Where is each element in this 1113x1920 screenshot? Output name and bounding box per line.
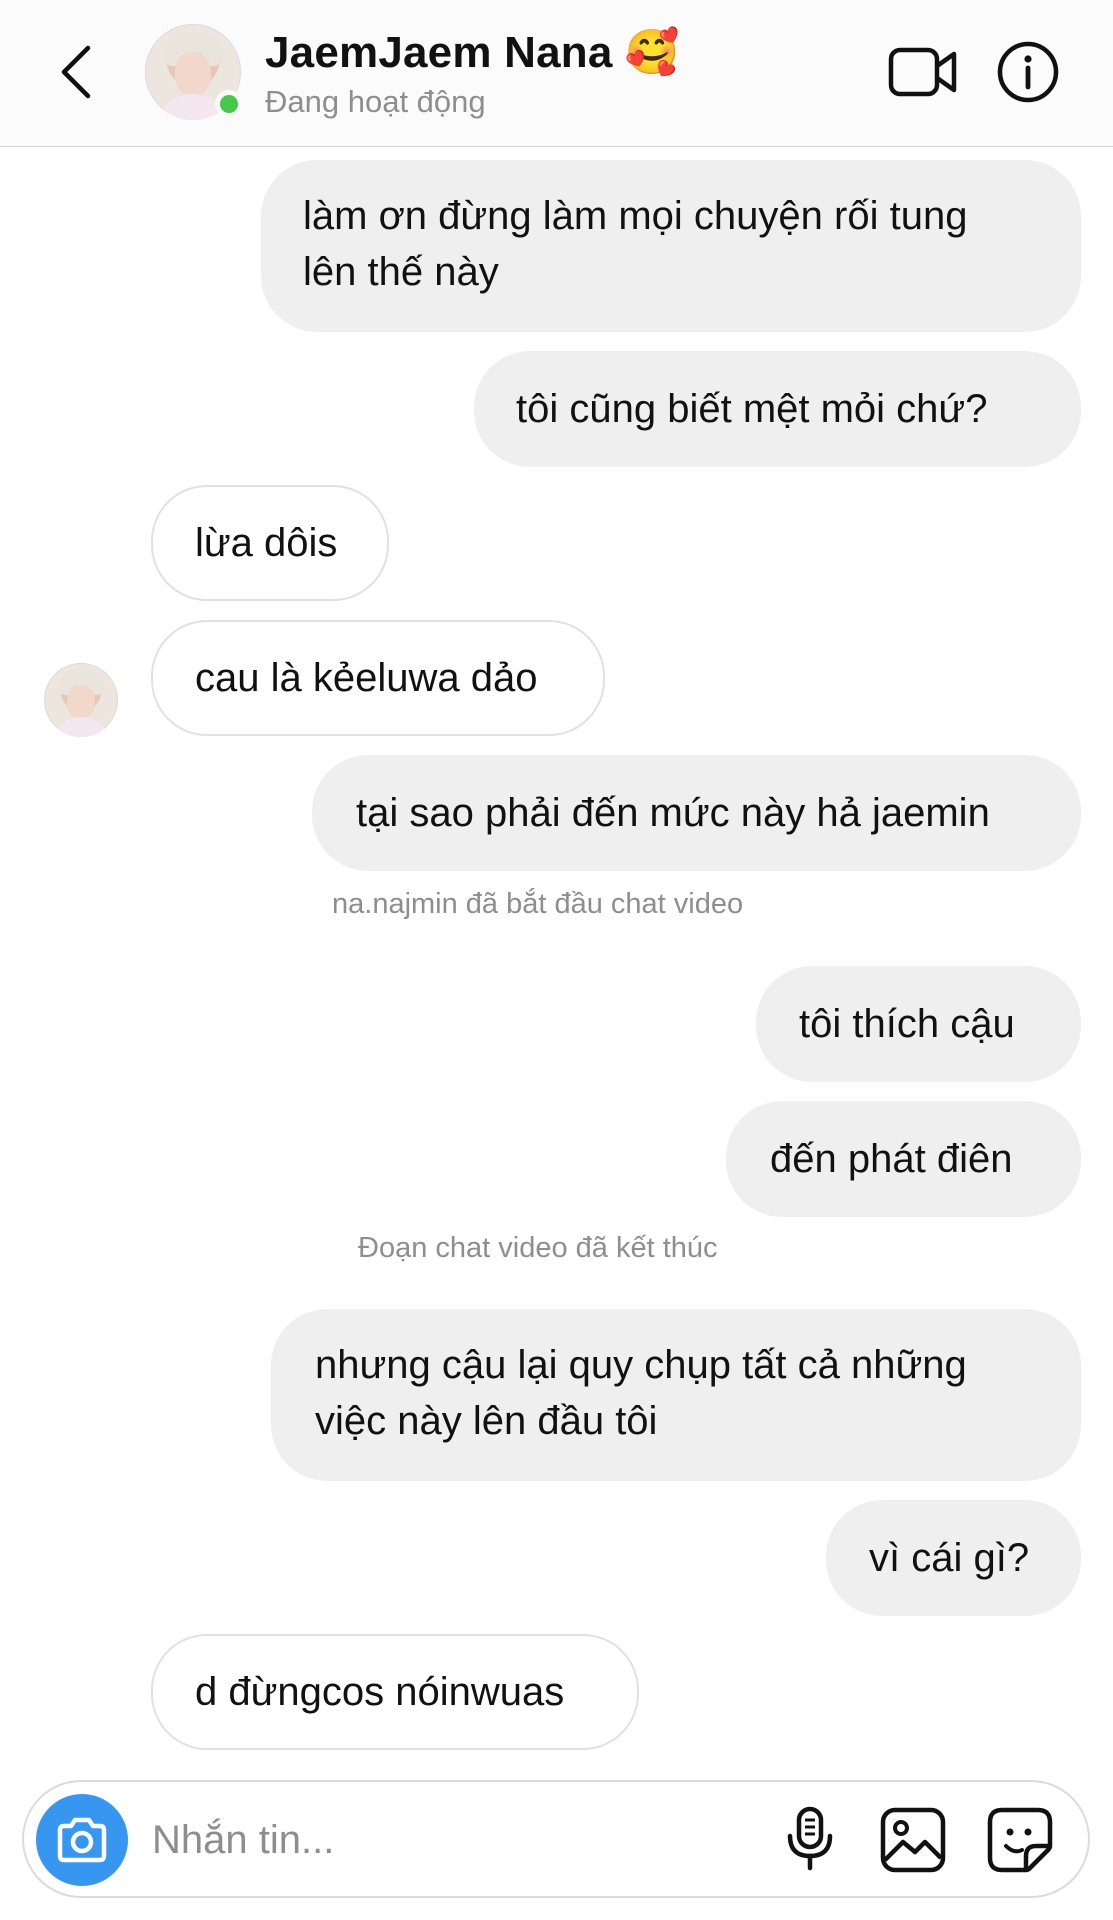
message-bubble-sent[interactable]: đến phát điên [726,1101,1081,1217]
message-bubble-received[interactable]: cau là kẻeluwa dảo [151,620,605,736]
contact-name[interactable]: JaemJaem Nana 🥰 [265,26,680,78]
message-text: vì cái gì? [869,1536,1030,1580]
system-notice: Đoạn chat video đã kết thúc [358,1232,718,1264]
message-bubble-received[interactable]: lừa dôis [151,485,389,601]
message-text: việc này lên đầu tôi [315,1399,658,1443]
system-notice: na.najmin đã bắt đầu chat video [332,888,744,920]
microphone-button[interactable] [782,1806,838,1872]
info-icon [997,41,1059,103]
contact-avatar[interactable] [145,24,243,120]
microphone-icon [787,1806,833,1871]
camera-icon [57,1817,107,1863]
message-bubble-sent[interactable]: làm ơn đừng làm mọi chuyện rối tung lên … [261,160,1081,332]
chevron-left-icon [61,45,91,99]
message-bubble-sent[interactable]: nhưng cậu lại quy chụp tất cả những việc… [271,1309,1081,1481]
chat-header: JaemJaem Nana 🥰 Đang hoạt động [0,0,1113,147]
message-text: lừa dôis [195,521,338,565]
message-text: lên thế này [303,250,499,294]
message-bubble-sent[interactable]: tại sao phải đến mức này hả jaemin [312,755,1081,871]
message-text: d đừngcos nóinwuas [195,1670,565,1714]
message-text: làm ơn đừng làm mọi chuyện rối tung [303,194,968,238]
sticker-button[interactable] [986,1806,1054,1874]
info-button[interactable] [996,40,1060,104]
message-text: nhưng cậu lại quy chụp tất cả những [315,1343,967,1387]
message-bubble-received[interactable]: d đừngcos nóinwuas [151,1634,639,1750]
sender-avatar[interactable] [44,663,118,737]
contact-status: Đang hoạt động [265,84,486,119]
gallery-button[interactable] [879,1806,947,1874]
message-bubble-sent[interactable]: vì cái gì? [826,1500,1081,1616]
message-text: tôi cũng biết mệt mỏi chứ? [516,387,988,431]
sticker-icon [987,1807,1053,1873]
message-text: tôi thích cậu [799,1002,1015,1046]
message-text: cau là kẻeluwa dảo [195,656,538,700]
back-button[interactable] [46,38,106,106]
video-call-icon [888,47,957,97]
gallery-icon [880,1807,946,1873]
message-text: đến phát điên [770,1137,1013,1181]
message-bubble-sent[interactable]: tôi thích cậu [756,966,1081,1082]
online-status-dot [215,90,243,118]
message-input[interactable] [152,1808,752,1872]
camera-button[interactable] [36,1794,128,1886]
message-text: tại sao phải đến mức này hả jaemin [356,791,990,835]
video-call-button[interactable] [888,44,958,100]
message-composer [22,1780,1090,1898]
message-bubble-sent[interactable]: tôi cũng biết mệt mỏi chứ? [474,351,1081,467]
